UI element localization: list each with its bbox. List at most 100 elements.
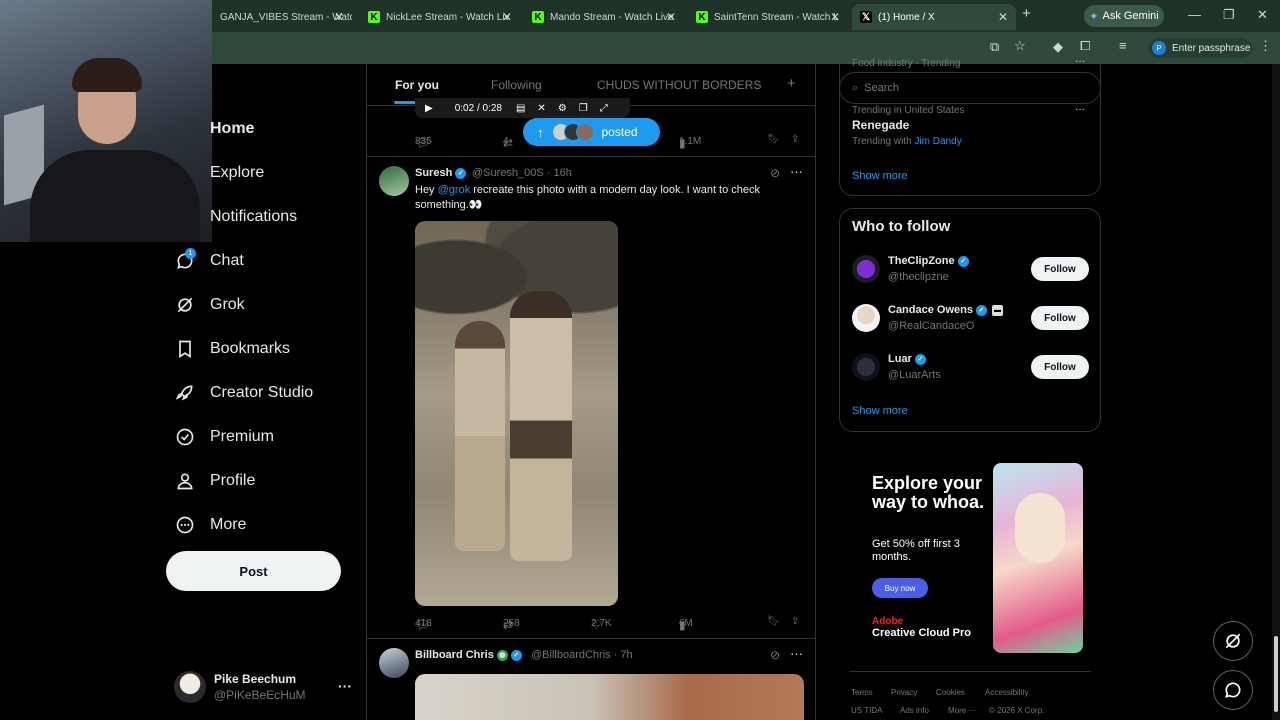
captions-icon[interactable]: ▤ (516, 103, 525, 114)
restore-icon[interactable]: ❐ (1223, 7, 1235, 23)
grok-explain-icon[interactable]: ⊘ (770, 166, 780, 180)
grok-floating-button[interactable] (1213, 621, 1253, 661)
scrollbar-thumb[interactable] (1274, 636, 1278, 712)
avatar[interactable] (852, 353, 880, 381)
kebab-menu-icon[interactable]: ⋮ (1259, 38, 1272, 54)
verified-badge-icon: ✓ (957, 255, 969, 267)
mention-link[interactable]: @grok (438, 184, 471, 196)
follow-button[interactable]: Follow (1031, 257, 1089, 281)
share-icon[interactable]: ⇪ (791, 134, 799, 145)
cast-icon[interactable]: ⧉ (990, 39, 999, 55)
extensions-puzzle-icon[interactable]: ⧠ (1080, 38, 1090, 54)
nav-grok[interactable]: Grok (174, 294, 245, 316)
nav-home[interactable]: Home (210, 120, 254, 138)
tab-chuds-without-borders[interactable]: CHUDS WITHOUT BORDERS (597, 78, 761, 92)
close-icon[interactable]: ✕ (998, 10, 1008, 24)
nav-label: Profile (210, 472, 256, 489)
footer-link-accessibility[interactable]: Accessibility (985, 688, 1029, 697)
extension-shield-icon[interactable]: ◆ (1053, 39, 1063, 55)
nav-label: Premium (210, 428, 275, 445)
new-posts-pill[interactable]: ↑ posted (523, 118, 660, 146)
suggestion-name[interactable]: Luar ✓ (888, 353, 926, 365)
nav-more[interactable]: More (174, 514, 246, 536)
close-icon[interactable]: ✕ (334, 10, 344, 24)
new-tab-icon[interactable]: + (1022, 5, 1031, 22)
footer-link-ads-info[interactable]: Ads info (900, 706, 929, 715)
more-dots-icon[interactable]: ··· (1075, 104, 1085, 115)
browser-tab-nicklee[interactable]: K NickLee Stream - Watch Liv ✕ (360, 4, 520, 30)
share-icon[interactable]: ⇪ (791, 616, 799, 627)
avatar[interactable] (852, 304, 880, 332)
bookmark-icon[interactable]: 🔖︎ (767, 616, 780, 627)
trend-title[interactable]: Renegade (852, 118, 909, 132)
grok-explain-icon[interactable]: ⊘ (770, 648, 780, 662)
close-icon[interactable]: ✕ (666, 10, 676, 24)
more-dots-icon[interactable]: ··· (790, 646, 803, 661)
views-count: 6M (679, 618, 693, 629)
show-more-trends[interactable]: Show more (852, 170, 908, 182)
more-dots-icon[interactable]: ··· (790, 164, 803, 179)
star-icon[interactable]: ☆ (1014, 38, 1026, 54)
follow-button[interactable]: Follow (1031, 355, 1089, 379)
avatar[interactable] (852, 255, 880, 283)
tweet-handle[interactable]: @Suresh_00S · 16h (472, 167, 572, 179)
avatar[interactable] (379, 166, 409, 196)
nav-creator-studio[interactable]: Creator Studio (174, 382, 313, 404)
affiliate-badge-icon: ▬ (991, 304, 1003, 316)
buy-now-button[interactable]: Buy now (872, 578, 928, 598)
footer-link-terms[interactable]: Terms (851, 688, 873, 697)
minimize-icon[interactable]: — (1188, 7, 1201, 22)
more-circle-icon (174, 514, 196, 536)
suggestion-name[interactable]: TheClipZone ✓ (888, 255, 969, 267)
nav-explore[interactable]: Explore (210, 164, 264, 182)
play-icon[interactable]: ▶ (425, 103, 433, 114)
page-scrollbar[interactable] (1272, 64, 1280, 720)
mini-video-player[interactable]: ▶ 0:02 / 0:28 ▤ ✕ ⚙ ❐ ⤢ (415, 98, 630, 118)
sponsored-ad[interactable]: Explore your way to whoa. Get 50% off fi… (860, 460, 1088, 655)
more-dots-icon[interactable]: ··· (1075, 56, 1085, 67)
add-tab-icon[interactable]: + (787, 75, 796, 92)
nav-bookmarks[interactable]: Bookmarks (174, 338, 290, 360)
x-logo-icon: 𝕏 (860, 11, 872, 23)
avatar[interactable] (379, 648, 409, 678)
tweet-handle[interactable]: @BillboardChris · 7h (531, 649, 633, 661)
close-window-icon[interactable]: ✕ (1257, 7, 1268, 23)
tweet-photo[interactable] (415, 221, 618, 606)
tweet-author[interactable]: Billboard Chris ◍ ✓ (415, 649, 522, 661)
nav-profile[interactable]: Profile (174, 470, 255, 492)
suggestion-name[interactable]: Candace Owens ✓ ▬ (888, 304, 1003, 316)
tab-for-you[interactable]: For you (395, 78, 439, 92)
more-dots-icon[interactable]: ··· (338, 678, 352, 694)
browser-tab-ganja-vibes[interactable]: GANJA_VIBES Stream - Watc ✕ (212, 4, 352, 30)
browser-tab-sainttenn[interactable]: K SaintTenn Stream - Watch L ✕ (688, 4, 848, 30)
footer-link-more[interactable]: More ··· (948, 706, 976, 715)
close-icon[interactable]: ✕ (830, 10, 840, 24)
post-button[interactable]: Post (166, 551, 341, 591)
browser-tab-mando[interactable]: K Mando Stream - Watch Live ✕ (524, 4, 684, 30)
passphrase-button[interactable]: P Enter passphrase (1148, 38, 1252, 58)
nav-premium[interactable]: Premium (174, 426, 274, 448)
account-switcher[interactable]: Pike Beechum @PiKeBeEcHuM ··· (174, 668, 354, 708)
settings-icon[interactable]: ⚙ (558, 103, 567, 114)
tweet-author[interactable]: Suresh ✓ (415, 167, 467, 179)
fullscreen-icon[interactable]: ⤢ (600, 103, 608, 114)
search-input[interactable]: ⌕ Search (839, 72, 1101, 104)
follow-button[interactable]: Follow (1031, 306, 1089, 330)
tab-following[interactable]: Following (491, 78, 542, 92)
close-icon[interactable]: ✕ (502, 10, 512, 24)
views-count: 1.1M (679, 136, 702, 147)
browser-tab-x-home[interactable]: 𝕏 (1) Home / X ✕ (852, 4, 1016, 30)
trend-with-link[interactable]: Jim Dandy (914, 136, 961, 147)
ask-gemini-button[interactable]: ✦ Ask Gemini (1084, 5, 1164, 27)
messages-floating-button[interactable] (1213, 670, 1253, 710)
footer-link-privacy[interactable]: Privacy (891, 688, 917, 697)
footer-link-cookies[interactable]: Cookies (936, 688, 965, 697)
bookmark-icon[interactable]: 🔖︎ (767, 134, 780, 145)
show-more-follow[interactable]: Show more (852, 405, 908, 417)
tweet-photo[interactable] (415, 674, 804, 720)
media-controls-icon[interactable]: ≡ (1119, 38, 1127, 53)
footer-link-us-tida[interactable]: US TIDA (851, 706, 882, 715)
mute-icon[interactable]: ✕ (537, 103, 545, 114)
pip-icon[interactable]: ❐ (579, 103, 588, 114)
nav-notifications[interactable]: Notifications (210, 208, 297, 226)
